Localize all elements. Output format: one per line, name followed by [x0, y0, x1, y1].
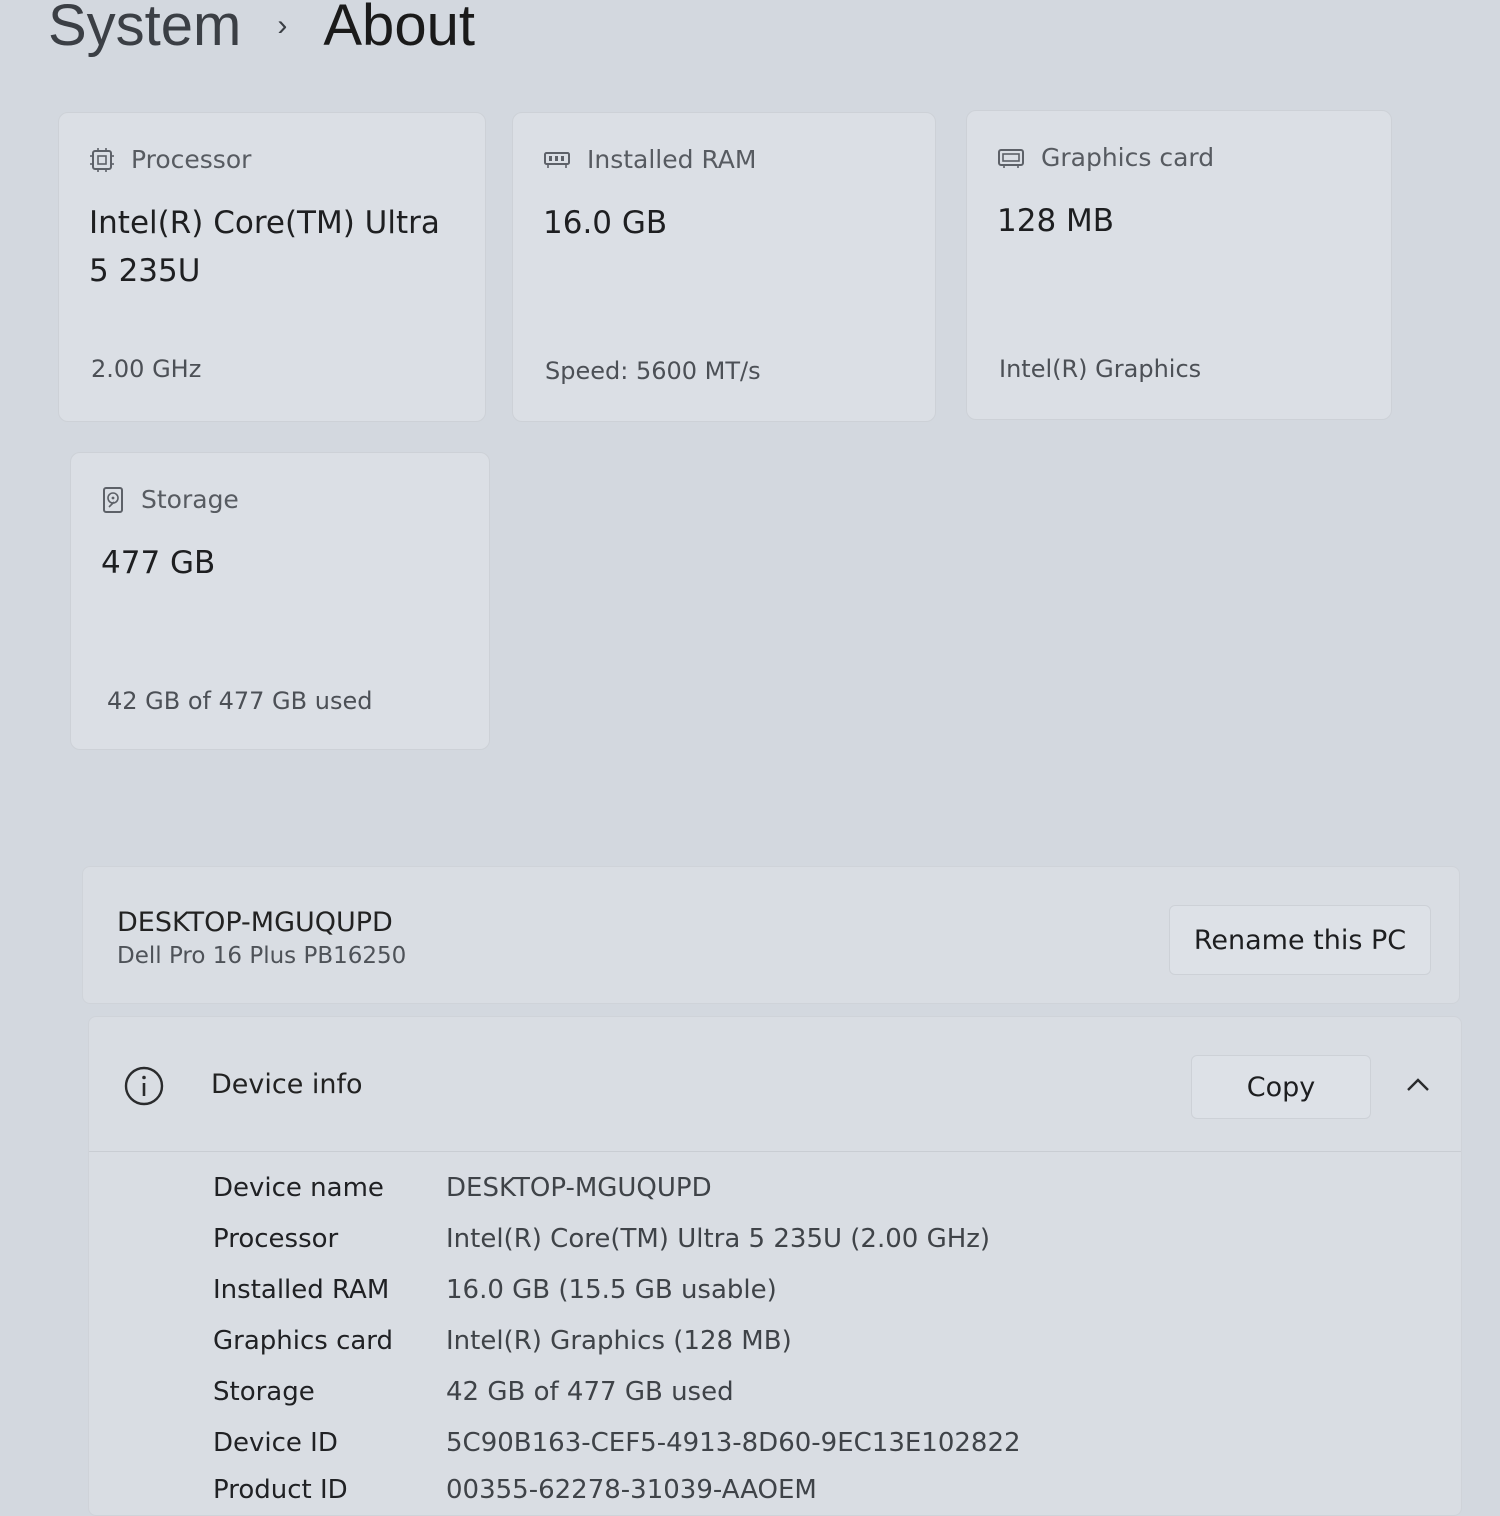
- storage-card: Storage 477 GB 42 GB of 477 GB used: [70, 452, 490, 750]
- processor-card-header: Processor: [89, 145, 251, 174]
- processor-card-value: Intel(R) Core(TM) Ultra 5 235U: [89, 205, 440, 289]
- page-title: About: [323, 0, 475, 58]
- spec-value: 00355-62278-31039-AAOEM: [446, 1475, 817, 1505]
- spec-value: 16.0 GB (15.5 GB usable): [446, 1275, 777, 1305]
- processor-card-title: Processor: [131, 145, 252, 174]
- processor-card-sub: 2.00 GHz: [91, 355, 202, 383]
- graphics-card-header: Graphics card: [997, 143, 1214, 172]
- info-icon: [124, 1066, 164, 1106]
- storage-card-sub: 42 GB of 477 GB used: [107, 687, 373, 715]
- rename-pc-button[interactable]: Rename this PC: [1169, 905, 1431, 975]
- pc-model: Dell Pro 16 Plus PB16250: [117, 943, 407, 969]
- ram-card: Installed RAM 16.0 GB Speed: 5600 MT/s: [512, 112, 936, 422]
- device-info-header[interactable]: Device info Copy: [89, 1017, 1461, 1152]
- ram-card-sub: Speed: 5600 MT/s: [545, 357, 761, 385]
- spec-value: 42 GB of 477 GB used: [446, 1377, 734, 1407]
- device-info-title: Device info: [211, 1069, 363, 1100]
- spec-label: Processor: [213, 1224, 339, 1254]
- ram-icon: [544, 151, 570, 168]
- pc-name: DESKTOP-MGUQUPD: [117, 907, 393, 938]
- device-info-panel: Device info Copy Device name DESKTOP-MGU…: [88, 1016, 1462, 1516]
- storage-card-value: 477 GB: [101, 545, 216, 581]
- spec-label: Installed RAM: [213, 1275, 390, 1305]
- ram-card-title: Installed RAM: [587, 145, 757, 174]
- breadcrumb-separator-icon: ›: [277, 8, 288, 42]
- graphics-card-card: Graphics card 128 MB Intel(R) Graphics: [966, 110, 1392, 420]
- spec-value: DESKTOP-MGUQUPD: [446, 1173, 712, 1203]
- pc-name-row: DESKTOP-MGUQUPD Dell Pro 16 Plus PB16250…: [82, 866, 1460, 1004]
- spec-label: Storage: [213, 1377, 315, 1407]
- ram-card-value: 16.0 GB: [543, 205, 668, 241]
- graphics-card-sub: Intel(R) Graphics: [999, 355, 1202, 383]
- spec-value: Intel(R) Core(TM) Ultra 5 235U (2.00 GHz…: [446, 1224, 991, 1254]
- graphics-card-value: 128 MB: [997, 203, 1115, 239]
- spec-label: Product ID: [213, 1475, 348, 1505]
- spec-value: 5C90B163-CEF5-4913-8D60-9EC13E102822: [446, 1428, 1021, 1458]
- copy-device-info-button[interactable]: Copy: [1191, 1055, 1371, 1119]
- storage-icon: [103, 486, 123, 513]
- spec-label: Device name: [213, 1173, 384, 1203]
- spec-label: Device ID: [213, 1428, 338, 1458]
- spec-label: Graphics card: [213, 1326, 394, 1356]
- processor-icon: [90, 147, 114, 172]
- processor-card: Processor Intel(R) Core(TM) Ultra 5 235U…: [58, 112, 486, 422]
- breadcrumb: System › About: [48, 0, 475, 59]
- storage-card-header: Storage: [101, 485, 239, 514]
- spec-value: Intel(R) Graphics (128 MB): [446, 1326, 792, 1356]
- graphics-card-title: Graphics card: [1041, 143, 1215, 172]
- breadcrumb-system-link[interactable]: System: [48, 0, 241, 59]
- graphics-card-icon: [998, 148, 1024, 168]
- chevron-up-icon[interactable]: [1405, 1075, 1431, 1093]
- ram-card-header: Installed RAM: [543, 145, 756, 174]
- storage-card-title: Storage: [141, 485, 239, 514]
